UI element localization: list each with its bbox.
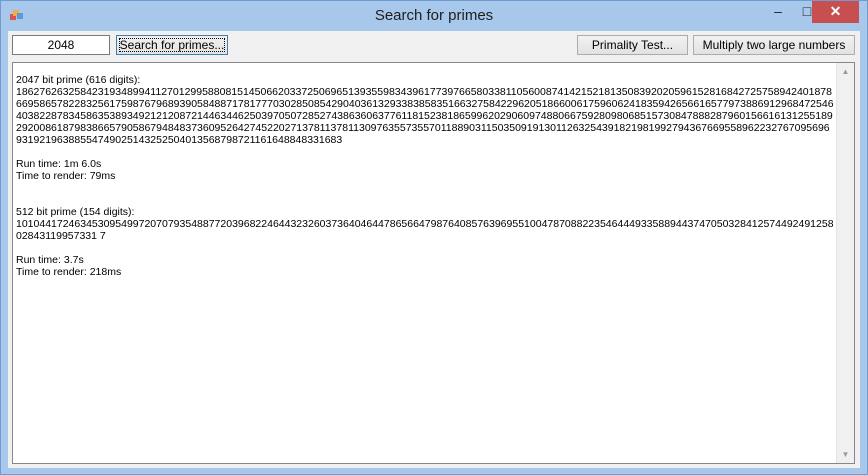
render-time: Time to render: 79ms — [16, 170, 116, 182]
prime-digits: 1010441724634530954997207079354887720396… — [16, 218, 834, 242]
results-output-box[interactable]: 2047 bit prime (616 digits): 18627626325… — [12, 62, 855, 464]
minimize-button[interactable]: – — [763, 1, 793, 23]
render-time: Time to render: 218ms — [16, 266, 122, 278]
scroll-down-arrow-icon[interactable]: ▼ — [837, 446, 854, 463]
results-text: 2047 bit prime (616 digits): 18627626325… — [16, 74, 834, 278]
run-time: Run time: 1m 6.0s — [16, 158, 102, 170]
search-primes-button[interactable]: Search for primes... — [116, 35, 228, 55]
result-header: 512 bit prime (154 digits): — [16, 206, 135, 218]
client-area: Search for primes... Primality Test... M… — [8, 31, 860, 468]
primality-test-button[interactable]: Primality Test... — [577, 35, 688, 55]
app-window: Search for primes – □ ✕ Search for prime… — [0, 0, 868, 475]
window-title: Search for primes — [374, 7, 494, 24]
run-time: Run time: 3.7s — [16, 254, 84, 266]
bit-size-input[interactable] — [12, 35, 110, 55]
scroll-up-arrow-icon[interactable]: ▲ — [837, 63, 854, 80]
vertical-scrollbar[interactable]: ▲ ▼ — [836, 63, 854, 463]
title-bar[interactable]: Search for primes – □ ✕ — [1, 1, 867, 31]
close-button[interactable]: ✕ — [812, 1, 859, 23]
prime-digits: 1862762632584231934899411270129958808151… — [16, 86, 834, 146]
multiply-large-numbers-button[interactable]: Multiply two large numbers — [693, 35, 855, 55]
result-header: 2047 bit prime (616 digits): — [16, 74, 141, 86]
